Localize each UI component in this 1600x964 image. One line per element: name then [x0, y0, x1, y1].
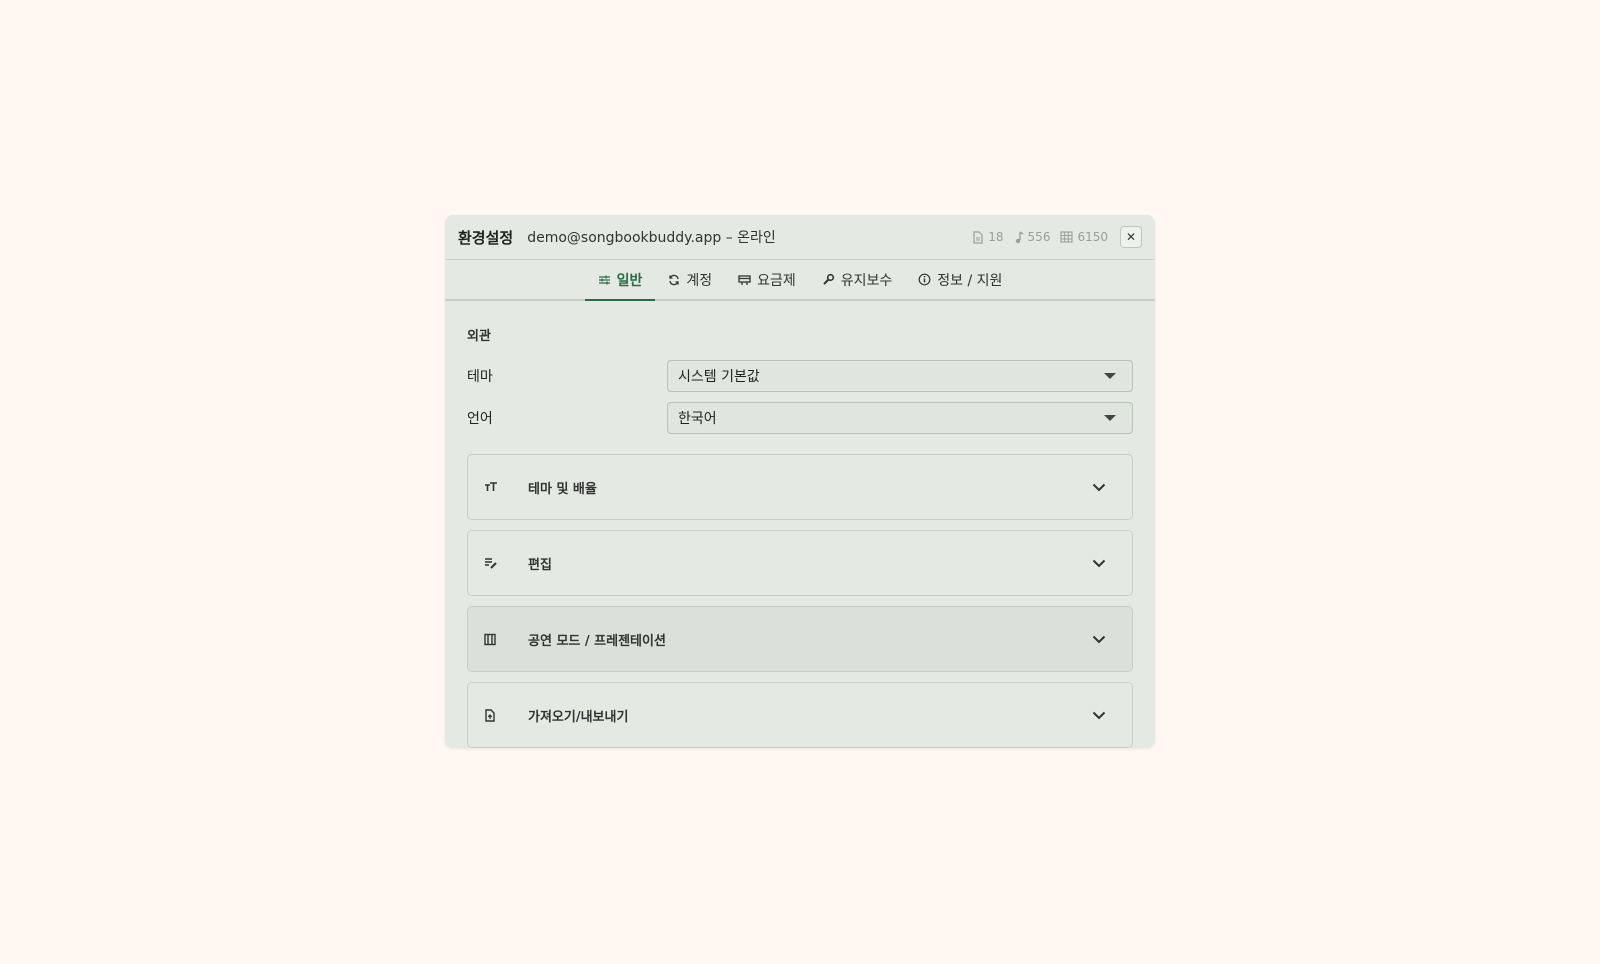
info-icon — [918, 273, 931, 286]
account-status: demo@songbookbuddy.app – 온라인 — [527, 230, 776, 246]
chevron-down-icon — [1092, 483, 1106, 491]
panel-editing[interactable]: 편집 — [467, 530, 1133, 596]
edit-list-icon — [485, 558, 497, 569]
dialog-header: 환경설정 demo@songbookbuddy.app – 온라인 18 556… — [445, 215, 1155, 260]
tab-bar: 일반 계정 요금제 유지보수 정보 / 지원 — [445, 260, 1155, 301]
language-row: 언어 한국어 — [467, 402, 1133, 434]
sliders-icon — [598, 275, 610, 284]
tab-general[interactable]: 일반 — [584, 260, 656, 301]
stat-songs-value: 556 — [1027, 230, 1051, 244]
close-button[interactable]: ✕ — [1120, 226, 1142, 248]
wrench-icon — [823, 273, 834, 285]
chevron-down-icon — [1092, 711, 1106, 719]
panel-import-export-label: 가져오기/내보내기 — [528, 709, 629, 725]
grid-icon — [1060, 231, 1074, 243]
stat-documents: 18 — [972, 230, 1004, 244]
panel-editing-label: 편집 — [528, 557, 552, 573]
close-icon: ✕ — [1125, 230, 1137, 244]
panel-performance-presentation[interactable]: 공연 모드 / 프레젠테이션 — [467, 606, 1133, 672]
appearance-section-title: 외관 — [467, 329, 491, 344]
tab-account[interactable]: 계정 — [655, 260, 725, 299]
chevron-down-icon — [1092, 635, 1106, 643]
preferences-dialog: 환경설정 demo@songbookbuddy.app – 온라인 18 556… — [445, 215, 1155, 748]
caret-down-icon — [1104, 373, 1116, 379]
tab-about-support[interactable]: 정보 / 지원 — [905, 260, 1015, 299]
panel-theme-scaling[interactable]: 테마 및 배율 — [467, 454, 1133, 520]
panel-import-export[interactable]: 가져오기/내보내기 — [467, 682, 1133, 748]
language-select[interactable]: 한국어 — [667, 402, 1133, 434]
stat-songs: 556 — [1014, 230, 1051, 244]
caret-down-icon — [1104, 415, 1116, 421]
settings-panels: 테마 및 배율 편집 공연 모드 / 프레젠테이션 가져오기/내보내기 — [467, 454, 1133, 748]
billing-icon — [738, 274, 751, 285]
chevron-down-icon — [1092, 559, 1106, 567]
dialog-title: 환경설정 — [458, 228, 514, 247]
theme-label: 테마 — [467, 369, 493, 385]
music-note-icon — [1015, 230, 1023, 243]
language-select-value: 한국어 — [678, 411, 717, 427]
theme-row: 테마 시스템 기본값 — [467, 360, 1133, 392]
tab-maintenance[interactable]: 유지보수 — [809, 260, 906, 299]
tab-about-support-label: 정보 / 지원 — [937, 272, 1003, 289]
tab-maintenance-label: 유지보수 — [840, 272, 893, 289]
tab-general-label: 일반 — [616, 272, 643, 289]
document-icon — [973, 230, 983, 244]
stat-entries: 6150 — [1060, 230, 1108, 244]
sync-icon — [669, 274, 679, 285]
theme-select[interactable]: 시스템 기본값 — [667, 360, 1133, 392]
file-upload-icon — [485, 708, 495, 722]
panel-performance-presentation-label: 공연 모드 / 프레젠테이션 — [528, 633, 666, 649]
panel-theme-scaling-label: 테마 및 배율 — [528, 481, 597, 497]
presentation-icon — [484, 633, 496, 645]
tab-plan[interactable]: 요금제 — [725, 260, 809, 299]
language-label: 언어 — [467, 411, 493, 427]
stat-entries-value: 6150 — [1077, 230, 1108, 244]
theme-select-value: 시스템 기본값 — [678, 369, 760, 385]
general-settings: 외관 테마 시스템 기본값 언어 한국어 테마 및 배율 편집 공연 모드 / … — [445, 301, 1155, 748]
tab-account-label: 계정 — [686, 272, 713, 289]
tab-plan-label: 요금제 — [757, 272, 796, 289]
text-size-icon — [485, 482, 497, 491]
stat-documents-value: 18 — [988, 230, 1004, 244]
